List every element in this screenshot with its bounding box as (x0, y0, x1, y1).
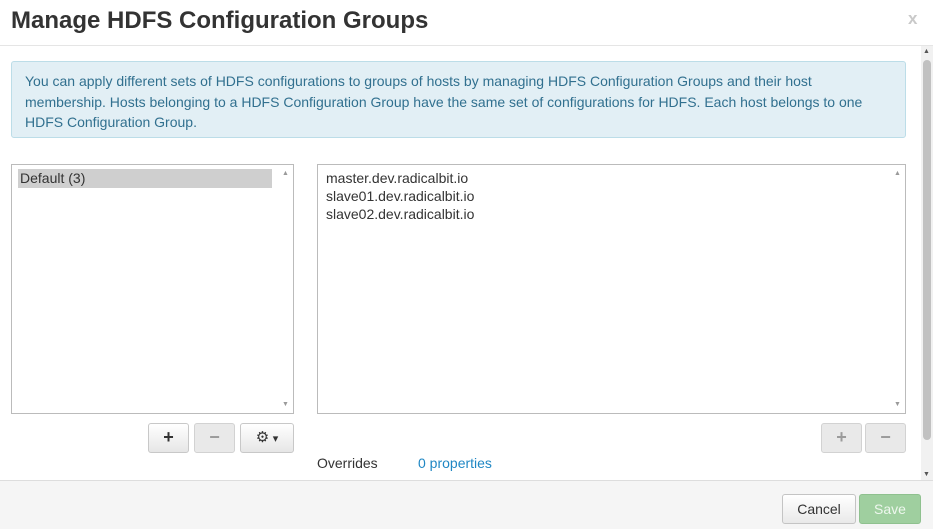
remove-host-button[interactable]: − (865, 423, 906, 453)
info-alert: You can apply different sets of HDFS con… (11, 61, 906, 138)
chevron-down-icon: ▾ (272, 433, 279, 445)
modal-title: Manage HDFS Configuration Groups (11, 7, 429, 34)
group-option-default[interactable]: Default (3) (18, 169, 272, 188)
add-host-button[interactable]: + (821, 423, 862, 453)
group-hosts-list[interactable]: master.dev.radicalbit.io slave01.dev.rad… (317, 164, 906, 414)
hosts-list-scrollbar[interactable]: ▲ ▼ (890, 165, 905, 413)
minus-icon: − (880, 427, 891, 447)
modal-header: Manage HDFS Configuration Groups x (0, 0, 933, 46)
scroll-up-icon[interactable]: ▲ (282, 170, 289, 177)
scroll-down-icon[interactable]: ▼ (894, 401, 901, 408)
cancel-button[interactable]: Cancel (782, 494, 856, 524)
scroll-up-icon[interactable]: ▲ (923, 48, 930, 55)
scroll-down-icon[interactable]: ▼ (282, 401, 289, 408)
remove-group-button[interactable]: − (194, 423, 235, 453)
add-group-button[interactable]: + (148, 423, 189, 453)
save-button[interactable]: Save (859, 494, 921, 524)
close-icon[interactable]: x (908, 9, 917, 29)
plus-icon: + (836, 427, 847, 447)
modal-scrollbar[interactable]: ▲ ▼ (921, 46, 933, 480)
config-groups-list[interactable]: Default (3) ▲ ▼ (11, 164, 294, 414)
overrides-label: Overrides (317, 455, 378, 471)
scrollbar-thumb[interactable] (923, 60, 931, 440)
groups-list-scrollbar[interactable]: ▲ ▼ (278, 165, 293, 413)
host-option[interactable]: slave01.dev.radicalbit.io (326, 187, 474, 205)
scroll-down-icon[interactable]: ▼ (923, 471, 930, 478)
overrides-properties-link[interactable]: 0 properties (418, 455, 492, 471)
host-option[interactable]: slave02.dev.radicalbit.io (326, 205, 474, 223)
group-settings-button[interactable]: ⚙ ▾ (240, 423, 294, 453)
scroll-up-icon[interactable]: ▲ (894, 170, 901, 177)
plus-icon: + (163, 427, 174, 447)
minus-icon: − (209, 427, 220, 447)
host-option[interactable]: master.dev.radicalbit.io (326, 169, 468, 187)
gear-icon: ⚙ (255, 429, 270, 446)
